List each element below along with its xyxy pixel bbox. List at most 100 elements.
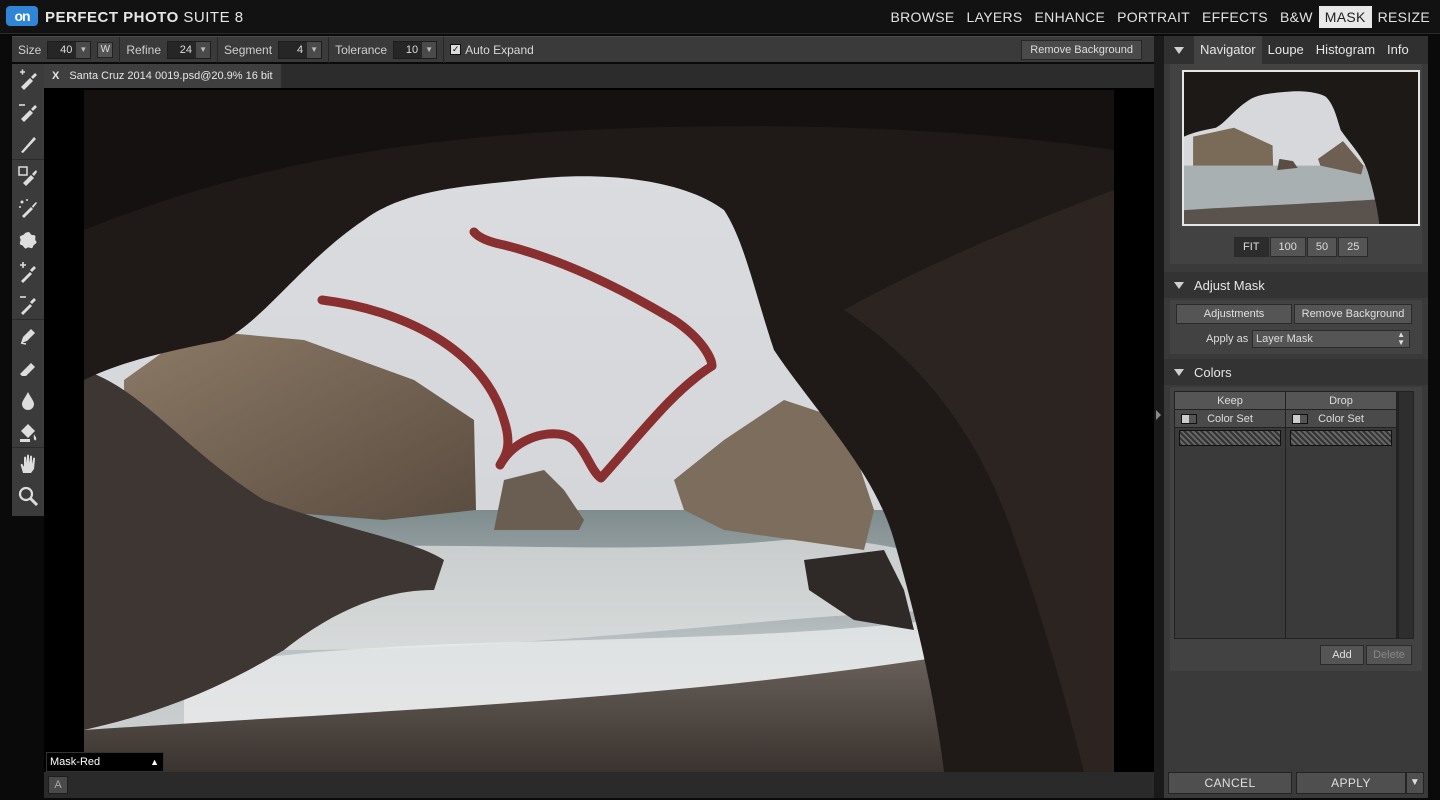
delete-color-button[interactable]: Delete	[1366, 645, 1412, 665]
eraser-tool[interactable]	[12, 352, 44, 384]
triangle-right-icon[interactable]	[1156, 410, 1161, 420]
module-bw[interactable]: B&W	[1274, 6, 1319, 28]
mask-mode-select[interactable]: Mask-Red ▲▼	[46, 752, 164, 772]
size-option: Size 40 ▼ W	[12, 36, 121, 63]
image-canvas[interactable]: Mask-Red ▲▼	[44, 88, 1154, 772]
chevron-down-icon[interactable]: ▼	[196, 41, 211, 58]
auto-expand-checkbox[interactable]: ✓	[450, 44, 462, 55]
colors-header[interactable]: Colors	[1164, 359, 1428, 385]
add-color-button[interactable]: Add	[1320, 645, 1364, 665]
tool-options-bar: Size 40 ▼ W Refine 24 ▼ Segment 4 ▼ Tole…	[12, 36, 1154, 63]
keep-brush-icon	[20, 69, 37, 90]
blob-brush-tool[interactable]	[12, 224, 44, 256]
module-browse[interactable]: BROWSE	[885, 6, 961, 28]
blur-tool[interactable]	[12, 384, 44, 416]
colors-pane: Colors Keep Color Set Drop Color Set Add…	[1164, 359, 1428, 679]
chevron-down-icon[interactable]: ▼	[422, 41, 437, 58]
apply-as-select[interactable]: Layer Mask ▲ ▼	[1252, 330, 1410, 348]
module-mask[interactable]: MASK	[1318, 6, 1372, 28]
drop-color-set-row[interactable]: Color Set	[1286, 410, 1396, 428]
remove-background-button[interactable]: Remove Background	[1021, 40, 1142, 60]
drop-brush-tool[interactable]	[12, 96, 44, 128]
zoom-25-button[interactable]: 25	[1338, 237, 1369, 257]
zoom-100-button[interactable]: 100	[1269, 237, 1306, 257]
footer-buttons: CANCEL APPLY ▼	[1168, 772, 1424, 794]
zoom-tool[interactable]	[12, 480, 44, 512]
colors-body: Keep Color Set Drop Color Set Add Delete	[1170, 387, 1422, 671]
refine-value[interactable]: 24	[168, 44, 196, 56]
zoom-level-buttons: FIT 100 50 25	[1234, 237, 1369, 257]
size-w-button[interactable]: W	[97, 41, 114, 58]
collapse-triangle-icon[interactable]	[1174, 281, 1184, 289]
zoom-50-button[interactable]: 50	[1306, 237, 1338, 257]
tolerance-field[interactable]: 10 ▼	[393, 40, 438, 59]
before-after-button[interactable]: A	[48, 776, 68, 794]
apply-as-value[interactable]: Layer Mask	[1256, 333, 1313, 345]
close-tab-icon[interactable]: X	[52, 64, 59, 88]
tab-info[interactable]: Info	[1381, 36, 1415, 64]
refine-field[interactable]: 24 ▼	[167, 40, 212, 59]
document-tab-title: Santa Cruz 2014 0019.psd@20.9% 16 bit	[69, 70, 273, 82]
zoom-fit-button[interactable]: FIT	[1234, 237, 1269, 257]
auto-expand-option[interactable]: ✓ Auto Expand	[444, 37, 540, 63]
tab-loupe[interactable]: Loupe	[1262, 36, 1310, 64]
drop-eyedropper-tool[interactable]	[12, 288, 44, 320]
module-portrait[interactable]: PORTRAIT	[1111, 6, 1196, 28]
drop-column: Drop Color Set	[1286, 392, 1397, 638]
apply-button[interactable]: APPLY	[1296, 772, 1406, 794]
chevron-down-icon[interactable]: ▼	[76, 41, 91, 58]
size-value[interactable]: 40	[48, 44, 76, 56]
tolerance-value[interactable]: 10	[394, 44, 422, 56]
size-field[interactable]: 40 ▼	[47, 40, 92, 59]
navigator-header: Navigator Loupe Histogram Info	[1164, 36, 1428, 64]
module-layers[interactable]: LAYERS	[961, 6, 1029, 28]
document-tab[interactable]: X Santa Cruz 2014 0019.psd@20.9% 16 bit	[44, 64, 281, 88]
remove-background-panel-button[interactable]: Remove Background	[1294, 304, 1412, 324]
keep-color-swatch[interactable]	[1179, 430, 1281, 446]
chevron-down-icon[interactable]: ▼	[307, 41, 322, 58]
paint-bucket-icon	[20, 423, 37, 442]
navigator-thumbnail[interactable]	[1182, 70, 1420, 226]
paint-bucket-tool[interactable]	[12, 416, 44, 448]
updown-arrow-icon[interactable]: ▲▼	[1397, 331, 1405, 347]
collapse-triangle-icon[interactable]	[1174, 46, 1184, 54]
adjust-mask-title: Adjust Mask	[1194, 277, 1265, 293]
updown-arrow-icon[interactable]: ▲▼	[150, 753, 159, 772]
mask-mode-value[interactable]: Mask-Red	[50, 756, 100, 768]
fine-brush-icon	[21, 136, 36, 153]
adjust-mask-header[interactable]: Adjust Mask	[1164, 272, 1428, 298]
module-effects[interactable]: EFFECTS	[1196, 6, 1274, 28]
fine-brush-tool[interactable]	[12, 128, 44, 160]
tab-navigator[interactable]: Navigator	[1194, 36, 1262, 64]
cancel-button[interactable]: CANCEL	[1168, 772, 1292, 794]
colors-scrollbar[interactable]	[1398, 391, 1414, 639]
keep-eyedropper-tool[interactable]	[12, 256, 44, 288]
adjustments-button[interactable]: Adjustments	[1176, 304, 1292, 324]
panel-collapse-handle[interactable]	[1154, 36, 1164, 798]
segment-option: Segment 4 ▼	[218, 36, 330, 63]
photo-cave-arch[interactable]	[84, 90, 1114, 772]
magic-brush-icon	[19, 199, 37, 218]
module-enhance[interactable]: ENHANCE	[1029, 6, 1112, 28]
auto-expand-label: Auto Expand	[465, 42, 534, 57]
apply-menu-icon[interactable]: ▼	[1406, 772, 1424, 794]
tab-histogram[interactable]: Histogram	[1310, 36, 1381, 64]
drop-icon	[22, 392, 34, 410]
module-nav: BROWSE LAYERS ENHANCE PORTRAIT EFFECTS B…	[885, 6, 1437, 28]
keep-color-set-row[interactable]: Color Set	[1175, 410, 1285, 428]
keep-column: Keep Color Set	[1175, 392, 1286, 638]
navigator-body: FIT 100 50 25	[1170, 64, 1422, 264]
pen-tool[interactable]	[12, 320, 44, 352]
magic-brush-tool[interactable]	[12, 192, 44, 224]
module-resize[interactable]: RESIZE	[1372, 6, 1436, 28]
keep-drop-brush-tool[interactable]	[12, 160, 44, 192]
tolerance-option: Tolerance 10 ▼	[329, 36, 445, 63]
hand-tool[interactable]	[12, 448, 44, 480]
segment-value[interactable]: 4	[279, 44, 307, 56]
keep-color-set-label: Color Set	[1207, 413, 1253, 425]
collapse-triangle-icon[interactable]	[1174, 368, 1184, 376]
segment-field[interactable]: 4 ▼	[278, 40, 323, 59]
drop-color-swatch[interactable]	[1290, 430, 1392, 446]
keep-brush-tool[interactable]	[12, 64, 44, 96]
tool-palette	[12, 64, 44, 516]
